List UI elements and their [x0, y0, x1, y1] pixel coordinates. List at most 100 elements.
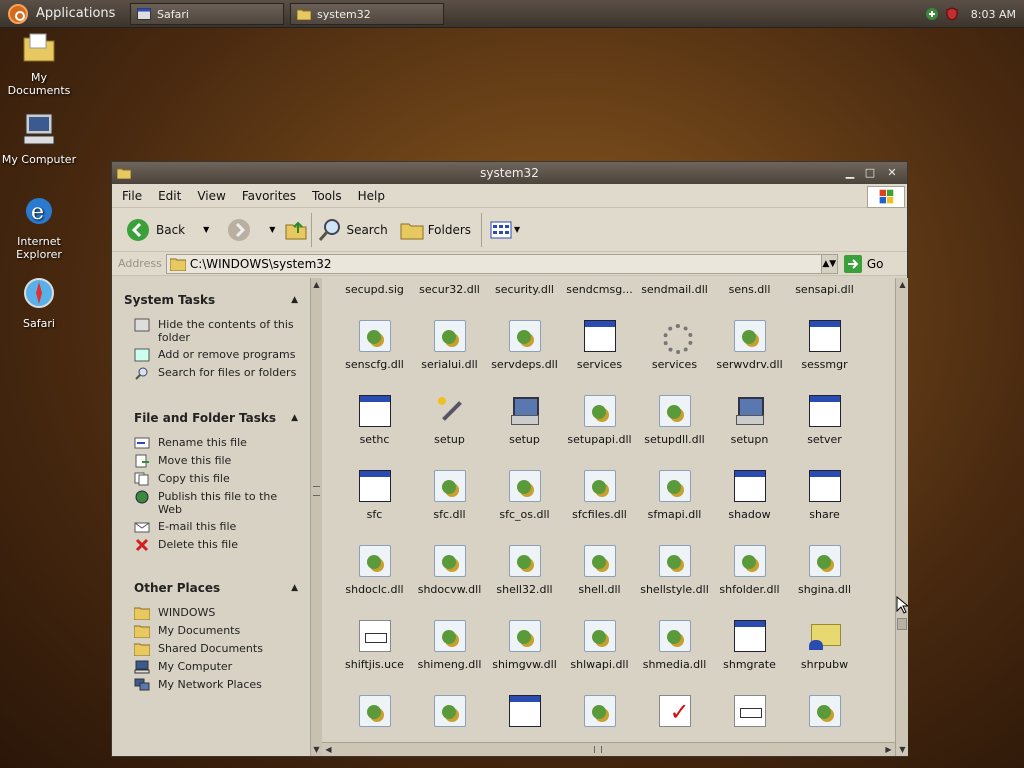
shield-icon[interactable] — [945, 7, 959, 21]
file-item[interactable]: shell.dll — [562, 545, 637, 596]
scroll-up-icon[interactable]: ▲ — [896, 278, 909, 291]
task-add-remove-programs[interactable]: Add or remove programs — [134, 348, 298, 362]
file-item[interactable]: services — [562, 320, 637, 371]
scroll-thumb[interactable] — [594, 746, 602, 753]
collapse-icon[interactable]: ▲ — [291, 295, 298, 305]
forward-dropdown-icon[interactable]: ▼ — [269, 225, 275, 234]
file-item[interactable]: sfc.dll — [412, 470, 487, 521]
file-item[interactable]: sethc — [337, 395, 412, 446]
place-windows[interactable]: WINDOWS — [134, 606, 298, 620]
file-item[interactable]: setup — [412, 395, 487, 446]
task-delete[interactable]: Delete this file — [134, 538, 298, 552]
file-item[interactable] — [337, 695, 412, 733]
file-item[interactable] — [637, 695, 712, 733]
file-item[interactable]: shellstyle.dll — [637, 545, 712, 596]
views-button[interactable]: ▼ — [490, 212, 520, 248]
task-copy[interactable]: Copy this file — [134, 472, 298, 486]
file-item[interactable]: sendcmsg... — [562, 278, 637, 296]
address-dropdown-icon[interactable]: ▲▼ — [820, 254, 837, 273]
file-item[interactable]: shlwapi.dll — [562, 620, 637, 671]
file-item[interactable] — [487, 695, 562, 733]
menu-tools[interactable]: Tools — [304, 189, 350, 203]
file-item[interactable]: sfc — [337, 470, 412, 521]
file-item[interactable]: shell32.dll — [487, 545, 562, 596]
desktop-icon-internet-explorer[interactable]: e Internet Explorer — [0, 194, 78, 261]
file-item[interactable]: sfcfiles.dll — [562, 470, 637, 521]
file-item[interactable]: sfmapi.dll — [637, 470, 712, 521]
maximize-icon[interactable]: □ — [863, 166, 877, 180]
file-item[interactable]: sensapi.dll — [787, 278, 862, 296]
taskbar-button-safari[interactable]: Safari — [130, 3, 284, 25]
task-email[interactable]: E-mail this file — [134, 520, 298, 534]
clock[interactable]: 8:03 AM — [971, 8, 1016, 21]
update-icon[interactable] — [925, 7, 939, 21]
collapse-icon[interactable]: ▲ — [291, 413, 298, 423]
menu-edit[interactable]: Edit — [150, 189, 189, 203]
window-titlebar[interactable]: system32 ▁ □ ✕ — [112, 162, 907, 184]
file-item[interactable]: shadow — [712, 470, 787, 521]
other-places-header[interactable]: Other Places ▲ — [134, 578, 298, 598]
file-item[interactable]: sessmgr — [787, 320, 862, 371]
menu-help[interactable]: Help — [350, 189, 393, 203]
collapse-icon[interactable]: ▲ — [291, 583, 298, 593]
file-item[interactable]: services — [637, 320, 712, 371]
place-my-computer[interactable]: My Computer — [134, 660, 298, 674]
scroll-thumb[interactable] — [897, 618, 907, 630]
file-item[interactable]: sendmail.dll — [637, 278, 712, 296]
file-item[interactable] — [412, 695, 487, 733]
place-my-network-places[interactable]: My Network Places — [134, 678, 298, 692]
file-item[interactable]: shmedia.dll — [637, 620, 712, 671]
address-input[interactable]: C:\WINDOWS\system32 ▲▼ — [165, 253, 838, 274]
file-item[interactable]: shfolder.dll — [712, 545, 787, 596]
up-folder-icon[interactable] — [285, 219, 307, 241]
file-item[interactable] — [787, 695, 862, 733]
taskbar-button-system32[interactable]: system32 — [290, 3, 444, 25]
file-item[interactable]: serwvdrv.dll — [712, 320, 787, 371]
file-item[interactable]: sens.dll — [712, 278, 787, 296]
file-item[interactable]: setupapi.dll — [562, 395, 637, 446]
file-item[interactable]: shiftjis.uce — [337, 620, 412, 671]
file-item[interactable]: setupdll.dll — [637, 395, 712, 446]
file-item[interactable]: shdocvw.dll — [412, 545, 487, 596]
file-item[interactable]: shimeng.dll — [412, 620, 487, 671]
system-tasks-header[interactable]: System Tasks ▲ — [124, 290, 298, 310]
file-item[interactable]: setver — [787, 395, 862, 446]
desktop-icon-my-documents[interactable]: My Documents — [0, 30, 78, 97]
task-search-files[interactable]: Search for files or folders — [134, 366, 298, 380]
folders-button[interactable]: Folders — [400, 212, 471, 248]
file-item[interactable]: shmgrate — [712, 620, 787, 671]
scroll-left-icon[interactable]: ◀ — [322, 743, 335, 756]
back-dropdown-icon[interactable]: ▼ — [203, 225, 209, 234]
file-item[interactable]: serialui.dll — [412, 320, 487, 371]
file-item[interactable] — [712, 695, 787, 733]
file-item[interactable]: share — [787, 470, 862, 521]
task-publish-web[interactable]: Publish this file to the Web — [134, 490, 298, 516]
place-shared-documents[interactable]: Shared Documents — [134, 642, 298, 656]
scroll-right-icon[interactable]: ▶ — [882, 743, 895, 756]
file-item[interactable]: shrpubw — [787, 620, 862, 671]
menu-file[interactable]: File — [114, 189, 150, 203]
desktop-icon-my-computer[interactable]: My Computer — [0, 112, 78, 166]
desktop-icon-safari[interactable]: Safari — [0, 276, 78, 330]
task-hide-contents[interactable]: Hide the contents of this folder — [134, 318, 298, 344]
pane-splitter[interactable]: ▲ ▼ — [310, 278, 322, 756]
file-item[interactable]: senscfg.dll — [337, 320, 412, 371]
file-item[interactable]: shgina.dll — [787, 545, 862, 596]
file-item[interactable]: shimgvw.dll — [487, 620, 562, 671]
back-button[interactable]: Back — [126, 212, 185, 248]
task-rename[interactable]: Rename this file — [134, 436, 298, 450]
menu-view[interactable]: View — [189, 189, 233, 203]
file-tasks-header[interactable]: File and Folder Tasks ▲ — [134, 408, 298, 428]
file-item[interactable] — [562, 695, 637, 733]
file-item[interactable]: sfc_os.dll — [487, 470, 562, 521]
file-item[interactable]: secupd.sig — [337, 278, 412, 296]
file-item[interactable]: setup — [487, 395, 562, 446]
close-icon[interactable]: ✕ — [885, 166, 899, 180]
file-item[interactable]: secur32.dll — [412, 278, 487, 296]
go-button[interactable]: Go — [843, 254, 883, 273]
task-move[interactable]: Move this file — [134, 454, 298, 468]
place-my-documents[interactable]: My Documents — [134, 624, 298, 638]
search-button[interactable]: Search — [318, 212, 388, 248]
file-item[interactable]: servdeps.dll — [487, 320, 562, 371]
horizontal-scrollbar[interactable]: ◀ ▶ — [322, 742, 895, 756]
